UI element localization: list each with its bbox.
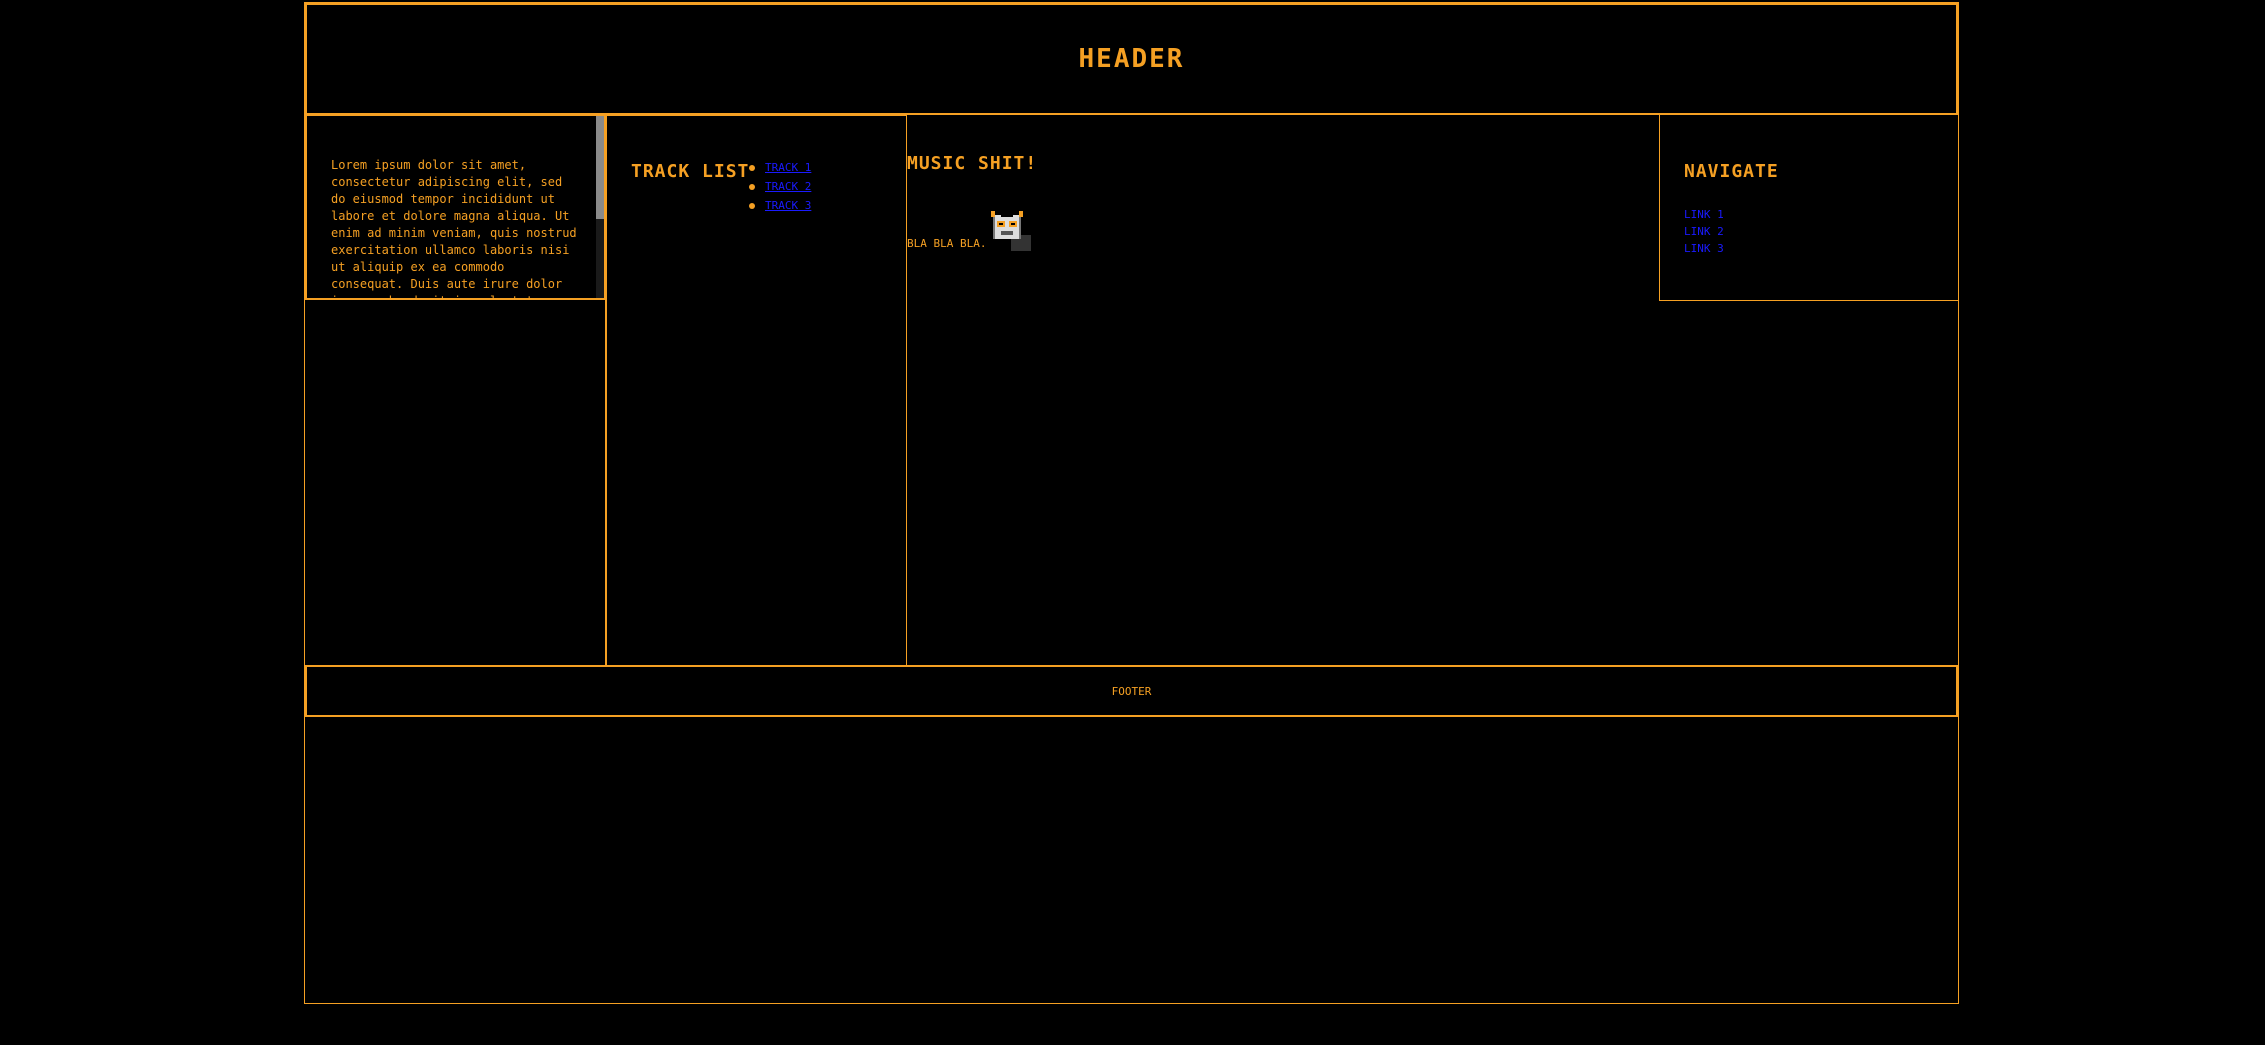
footer: FOOTER	[305, 665, 1958, 717]
tracklist-title: TRACK LIST	[631, 161, 750, 182]
bullet-icon	[749, 202, 755, 209]
about-scrollbar[interactable]	[596, 116, 604, 298]
nav-link-2[interactable]: LINK 2	[1684, 225, 1724, 238]
pixel-cat-avatar-icon	[991, 211, 1031, 251]
list-item: LINK 2	[1684, 225, 1724, 242]
list-item: TRACK 2	[749, 177, 811, 196]
left-column-empty	[305, 300, 606, 667]
about-text: Lorem ipsum dolor sit amet, consectetur …	[331, 158, 577, 298]
list-item: TRACK 1	[749, 158, 811, 177]
bullet-icon	[749, 164, 755, 171]
about-box[interactable]: Lorem ipsum dolor sit amet, consectetur …	[305, 115, 606, 300]
tracklist-list: TRACK 1 TRACK 2 TRACK 3	[749, 158, 811, 215]
track-link-1[interactable]: TRACK 1	[765, 161, 811, 174]
main-title: MUSIC SHIT!	[907, 153, 1038, 174]
tracklist-box: TRACK LIST TRACK 1 TRACK 2 TRACK 3	[606, 115, 907, 667]
bullet-icon	[749, 183, 755, 190]
track-link-3[interactable]: TRACK 3	[765, 199, 811, 212]
main-text: BLA BLA BLA.	[907, 237, 987, 250]
list-item: LINK 3	[1684, 242, 1724, 259]
navigate-title: NAVIGATE	[1684, 161, 1779, 182]
navigate-list: LINK 1 LINK 2 LINK 3	[1684, 208, 1724, 259]
list-item: LINK 1	[1684, 208, 1724, 225]
footer-text: FOOTER	[1111, 684, 1152, 698]
navigate-box: NAVIGATE LINK 1 LINK 2 LINK 3	[1659, 115, 1958, 301]
nav-link-3[interactable]: LINK 3	[1684, 242, 1724, 255]
track-link-2[interactable]: TRACK 2	[765, 180, 811, 193]
list-item: TRACK 3	[749, 196, 811, 215]
header-title: HEADER	[1078, 44, 1185, 74]
nav-link-1[interactable]: LINK 1	[1684, 208, 1724, 221]
about-scrollbar-thumb[interactable]	[596, 116, 604, 219]
page-container: HEADER Lorem ipsum dolor sit amet, conse…	[304, 2, 1959, 1004]
header: HEADER	[305, 3, 1958, 115]
